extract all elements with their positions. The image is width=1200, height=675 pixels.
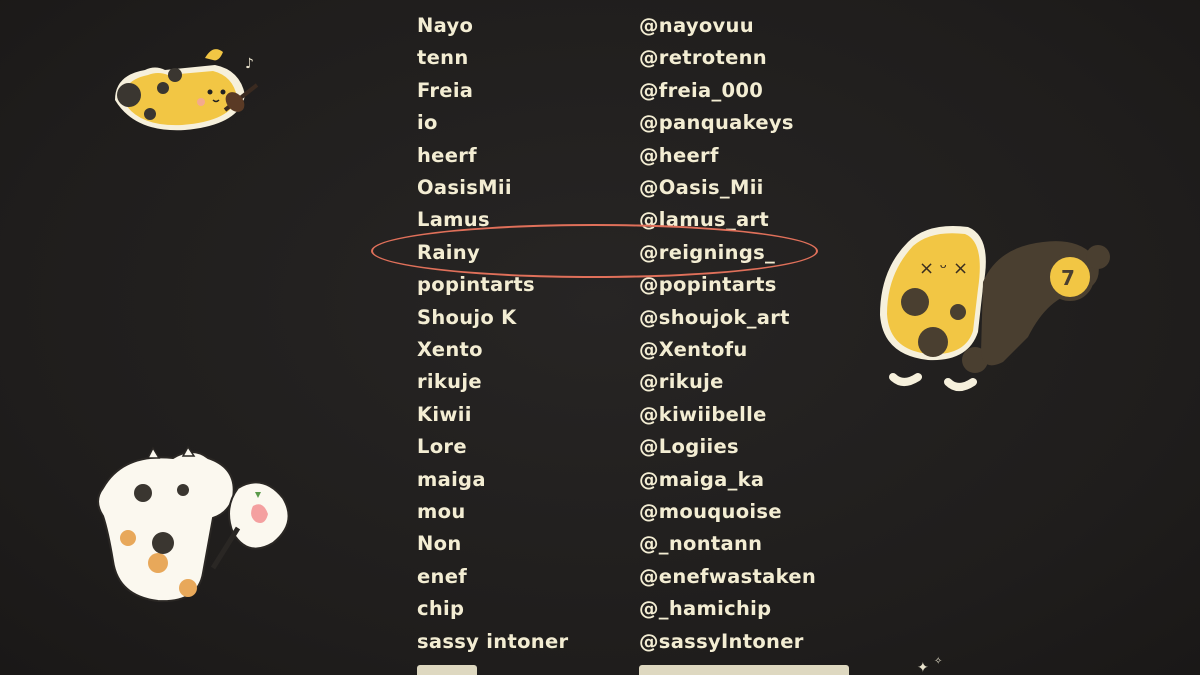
credit-handle: @sassyIntoner	[639, 629, 804, 653]
credit-handle: @freia_000	[639, 78, 764, 102]
credit-handle: @mouquoise	[639, 500, 782, 523]
credit-name: Non	[417, 532, 462, 556]
cow-creature-mirror-icon	[97, 445, 290, 603]
credits-bottom-clipped-row	[417, 665, 857, 675]
credit-handle: @retrotenn	[639, 46, 767, 70]
credit-handle: @heerf	[639, 143, 719, 167]
credit-handle: @panquakeys	[639, 111, 794, 135]
credit-name: Lore	[417, 435, 467, 459]
svg-text:✧: ✧	[934, 656, 942, 667]
credit-name: mou	[417, 500, 466, 523]
svg-text:7: 7	[1061, 266, 1075, 290]
credit-handle: @Oasis_Mii	[639, 176, 764, 199]
credit-row: Kiwii @kiwiibelle	[0, 403, 1200, 435]
credit-handle: @kiwiibelle	[639, 402, 767, 426]
svg-text:× ᵕ ×: × ᵕ ×	[919, 258, 968, 279]
credit-name: tenn	[417, 46, 469, 70]
credit-name: Nayo	[417, 14, 474, 37]
credit-name: Kiwii	[417, 402, 472, 426]
credit-row: OasisMii @Oasis_Mii	[0, 176, 1200, 208]
credit-name: Xento	[417, 338, 483, 361]
credit-handle: @Logiies	[639, 435, 739, 459]
credit-name: rikuje	[417, 370, 482, 394]
globe-sparkle-icon: ✦ ✧	[917, 656, 942, 675]
yellow-spotted-creature-icon: × ᵕ × 7	[880, 226, 1110, 391]
svg-text:♪: ♪	[245, 56, 254, 72]
svg-text:✦: ✦	[917, 660, 929, 675]
credit-handle: @_hamichip	[639, 597, 772, 621]
credit-name: OasisMii	[417, 176, 512, 199]
credit-name: Shoujo K	[417, 305, 517, 329]
credit-handle: @Xentofu	[639, 338, 748, 361]
credits-screen: Nayo @nayovuu tenn @retrotenn Freia @freia_00…	[0, 0, 1200, 675]
credit-handle: @nayovuu	[639, 14, 754, 37]
credit-handle: @rikuje	[639, 370, 724, 394]
credit-name: popintarts	[417, 273, 535, 297]
credit-handle: @maiga_ka	[639, 467, 765, 491]
credit-name: maiga	[417, 467, 486, 491]
credit-handle: @_nontann	[639, 532, 763, 556]
credit-handle: @enefwastaken	[639, 564, 817, 588]
credit-name: enef	[417, 564, 468, 588]
credit-name: sassy intoner	[417, 629, 569, 653]
credit-name: chip	[417, 597, 465, 621]
credit-name: heerf	[417, 143, 477, 167]
credit-name: Freia	[417, 78, 474, 102]
yellow-creature-violin-icon: ♪	[115, 49, 259, 131]
highlight-oval	[371, 224, 818, 278]
credit-name: io	[417, 111, 438, 135]
credit-handle: @shoujok_art	[639, 305, 790, 329]
credit-row: heerf @heerf	[0, 144, 1200, 176]
credits-top-clipped-row	[417, 0, 817, 2]
